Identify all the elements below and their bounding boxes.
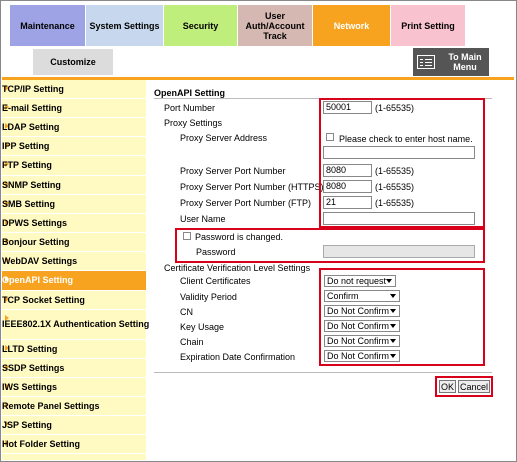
tab-user-auth-line1: User	[264, 10, 285, 21]
sidebar-item-label: SNMP Setting	[2, 179, 61, 190]
page-title: OpenAPI Setting	[154, 88, 226, 98]
sidebar-item[interactable]: JSP Setting	[2, 416, 146, 435]
sidebar-item-label: LLTD Setting	[2, 343, 58, 354]
sidebar-item[interactable]: SNMP Setting	[2, 176, 146, 195]
sidebar-item[interactable]: TCP/IP Setting	[2, 80, 146, 99]
sidebar-item-label: IEEE802.1X Authentication Setting	[2, 319, 150, 329]
sidebar-item-label: LDAP Setting	[2, 121, 60, 132]
cn-label: CN	[180, 307, 193, 317]
proxy-settings-label: Proxy Settings	[164, 118, 223, 128]
cert-level-label: Certificate Verification Level Settings	[164, 263, 311, 273]
sidebar-item-label: Hot Folder Setting	[2, 438, 80, 449]
sidebar-item[interactable]: Hot Folder Setting	[2, 435, 146, 454]
highlight-proxy-box	[319, 98, 485, 228]
tab-maintenance[interactable]: Maintenance	[10, 5, 85, 46]
highlight-cert-box	[319, 268, 485, 366]
sidebar-item[interactable]: LLTD Setting	[2, 340, 146, 359]
proxy-port-label: Proxy Server Port Number	[180, 166, 286, 176]
sidebar-item[interactable]: Remote Panel Settings	[2, 397, 146, 416]
sidebar-item[interactable]: TCP Socket Setting	[2, 291, 146, 310]
tab-user-auth-line3: Track	[263, 30, 287, 41]
tab-user-auth-account-track[interactable]: User Auth/Account Track	[238, 5, 312, 46]
tab-maintenance-label: Maintenance	[20, 20, 75, 31]
sidebar-item-label: Bonjour Setting	[2, 236, 70, 247]
expiration-label: Expiration Date Confirmation	[180, 352, 296, 362]
sidebar-item[interactable]: OpenAPI Setting	[2, 271, 146, 291]
sidebar-item[interactable]: WebDAV Settings	[2, 252, 146, 271]
tab-system-settings-label: System Settings	[89, 20, 160, 31]
tab-network[interactable]: Network	[313, 5, 390, 46]
sidebar-item-label: E-mail Setting	[2, 102, 63, 113]
tab-security[interactable]: Security	[164, 5, 237, 46]
key-usage-label: Key Usage	[180, 322, 225, 332]
chain-label: Chain	[180, 337, 204, 347]
to-main-line2: Menu	[453, 62, 477, 72]
tab-print-setting[interactable]: Print Setting	[391, 5, 465, 46]
to-main-line1: To Main	[448, 52, 482, 62]
tab-customize-label: Customize	[50, 57, 96, 67]
sidebar-item[interactable]: IEEE802.1X Authentication Setting	[2, 310, 150, 340]
sidebar-item-label: FTP Setting	[2, 160, 52, 170]
tab-system-settings[interactable]: System Settings	[86, 5, 163, 46]
sidebar-item-label: TCP/IP Setting	[2, 83, 64, 94]
sidebar-item-label: IWS Settings	[2, 381, 58, 392]
sidebar-item[interactable]: E-mail Setting	[2, 99, 146, 118]
sidebar-item[interactable]: LDAP Setting	[2, 118, 146, 137]
sidebar-item-label: DPWS Settings	[2, 217, 68, 228]
sidebar-item[interactable]: DPWS Settings	[2, 214, 146, 233]
user-name-label: User Name	[180, 214, 226, 224]
sidebar: TCP/IP Setting E-mail Setting LDAP Setting…	[2, 80, 150, 460]
sidebar-item-label: TCP Socket Setting	[2, 294, 85, 305]
tab-network-label: Network	[333, 20, 370, 31]
proxy-https-label: Proxy Server Port Number (HTTPS)	[180, 182, 324, 192]
sidebar-item-label: OpenAPI Setting	[2, 275, 74, 285]
sidebar-item[interactable]: FTP Setting	[2, 156, 146, 176]
tab-security-label: Security	[182, 20, 219, 31]
sidebar-item-label: SMB Setting	[2, 198, 55, 209]
cancel-button[interactable]: Cancel	[458, 380, 490, 393]
sidebar-item-label: WebDAV Settings	[2, 255, 78, 266]
form-bottom-divider	[154, 372, 492, 373]
sidebar-item[interactable]: IPP Setting	[2, 137, 146, 156]
sidebar-item[interactable]: SSDP Settings	[2, 359, 146, 378]
proxy-ftp-label: Proxy Server Port Number (FTP)	[180, 198, 312, 208]
validity-label: Validity Period	[180, 292, 237, 302]
sidebar-item-label: JSP Setting	[2, 419, 52, 430]
tab-user-auth-line2: Auth/Account	[245, 20, 305, 31]
sidebar-item-label: SSDP Settings	[2, 362, 65, 373]
sidebar-item[interactable]: Bonjour Setting	[2, 233, 146, 252]
sidebar-item-label: Remote Panel Settings	[2, 400, 100, 411]
tab-print-setting-label: Print Setting	[401, 20, 455, 31]
menu-list-icon	[417, 55, 435, 69]
port-number-label: Port Number	[164, 103, 216, 113]
client-cert-label: Client Certificates	[180, 276, 251, 286]
sidebar-item-label: IPP Setting	[2, 140, 50, 151]
ok-button[interactable]: OK	[439, 380, 456, 393]
sidebar-item[interactable]: IWS Settings	[2, 378, 146, 397]
highlight-password-box	[175, 228, 485, 263]
proxy-address-label: Proxy Server Address	[180, 133, 268, 143]
to-main-menu-button[interactable]: To Main Menu	[413, 48, 489, 76]
tab-customize[interactable]: Customize	[33, 49, 113, 75]
sidebar-item[interactable]: SMB Setting	[2, 195, 146, 214]
